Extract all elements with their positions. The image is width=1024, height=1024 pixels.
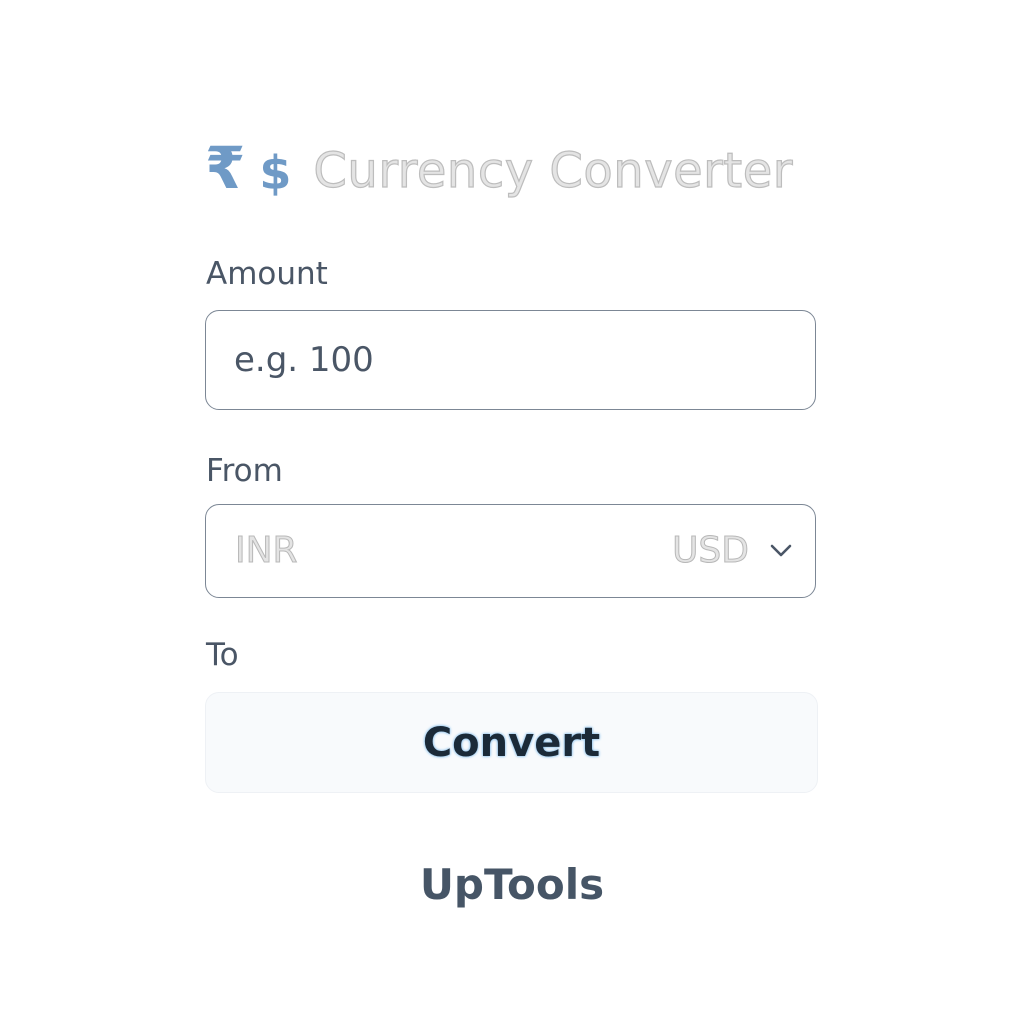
amount-label: Amount [206, 256, 328, 292]
to-currency-value: USD [672, 530, 750, 571]
header: ₹ $ Currency Converter [205, 132, 793, 204]
currency-select[interactable]: INR USD [205, 504, 816, 598]
dollar-icon: $ [259, 146, 292, 200]
page-title: Currency Converter [313, 143, 793, 199]
convert-button-label: Convert [422, 719, 601, 766]
from-label: From [206, 453, 283, 489]
to-label: To [206, 637, 239, 673]
rupee-icon: ₹ [205, 134, 246, 202]
from-currency-value: INR [235, 530, 299, 571]
chevron-down-icon [770, 544, 792, 557]
brand-name: UpTools [419, 860, 605, 909]
currency-converter-app: ₹ $ Currency Converter Amount From INR U… [0, 0, 1024, 1024]
amount-input[interactable] [206, 311, 815, 409]
convert-button[interactable]: Convert [205, 692, 818, 793]
amount-field-container [205, 310, 816, 410]
